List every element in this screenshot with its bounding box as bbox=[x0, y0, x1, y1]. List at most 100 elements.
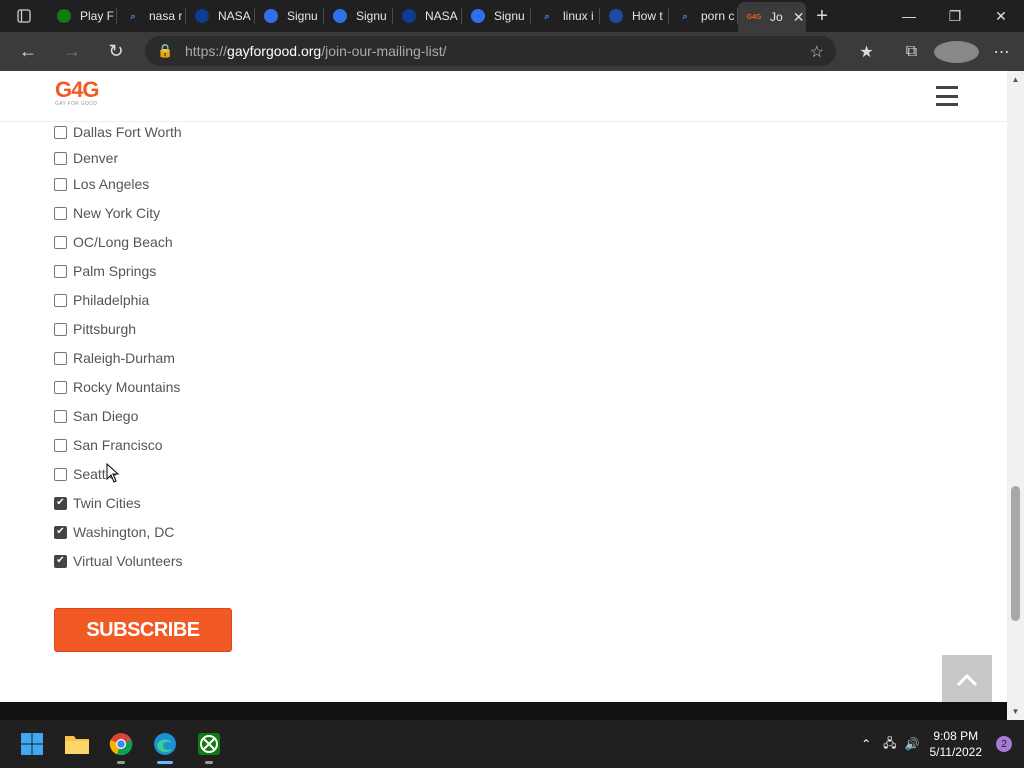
tab-1[interactable]: ⌕ nasa r bbox=[117, 0, 186, 32]
add-favorite-icon[interactable]: ☆ bbox=[810, 42, 824, 62]
scroll-down-icon[interactable]: ▼ bbox=[1007, 703, 1024, 720]
clock[interactable]: 9:08 PM 5/11/2022 bbox=[930, 728, 983, 760]
chapter-option[interactable]: San Diego bbox=[54, 406, 138, 426]
chapter-option[interactable]: ✔ Virtual Volunteers bbox=[54, 551, 182, 571]
nasa-icon bbox=[401, 8, 417, 24]
forward-button[interactable]: → bbox=[50, 32, 94, 71]
chrome-icon bbox=[109, 733, 133, 756]
chapter-option[interactable]: New York City bbox=[54, 203, 160, 223]
checkbox[interactable] bbox=[54, 438, 67, 452]
notification-badge[interactable]: 2 bbox=[996, 736, 1012, 752]
forward-arrow-icon: → bbox=[63, 41, 81, 61]
xbox-icon-shape bbox=[57, 9, 71, 23]
tab-3[interactable]: Signu bbox=[255, 0, 324, 32]
nasa-icon-shape bbox=[195, 9, 209, 23]
edge-button[interactable] bbox=[149, 728, 181, 764]
tab-0[interactable]: Play F bbox=[48, 0, 117, 32]
chapter-option[interactable]: ✔ Twin Cities bbox=[54, 493, 141, 513]
tab-6[interactable]: Signu bbox=[462, 0, 531, 32]
tab-8[interactable]: How t bbox=[600, 0, 669, 32]
taskbar: ⌃ 🖧 🔊 9:08 PM 5/11/2022 2 bbox=[0, 720, 1024, 768]
tab-9[interactable]: ⌕ porn c bbox=[669, 0, 738, 32]
close-tab-icon[interactable]: ✕ bbox=[793, 9, 805, 26]
new-tab-button[interactable]: + bbox=[806, 0, 838, 32]
address-bar[interactable]: 🔒 https://gayforgood.org/join-our-mailin… bbox=[145, 36, 836, 66]
back-arrow-icon: ← bbox=[19, 41, 37, 61]
chapter-option[interactable]: Palm Springs bbox=[54, 261, 156, 281]
xbox-app-button[interactable] bbox=[193, 728, 225, 764]
chapter-option[interactable]: ✔ Washington, DC bbox=[54, 522, 174, 542]
tab-actions-icon bbox=[17, 9, 31, 23]
chapter-option[interactable]: Denver bbox=[54, 148, 118, 168]
menu-button[interactable] bbox=[936, 86, 958, 106]
checkbox[interactable] bbox=[54, 264, 67, 278]
option-label: Twin Cities bbox=[73, 495, 141, 511]
checkbox[interactable] bbox=[54, 235, 67, 249]
volume-icon[interactable]: 🔊 bbox=[905, 737, 920, 751]
chapter-option[interactable]: Los Angeles bbox=[54, 174, 149, 194]
show-hidden-icons-icon[interactable]: ⌃ bbox=[861, 737, 871, 751]
refresh-button[interactable]: ↻ bbox=[94, 32, 138, 71]
page-scrollbar[interactable]: ▲ ▼ bbox=[1007, 71, 1024, 720]
g4g-icon: G4G bbox=[746, 13, 762, 21]
tab-4[interactable]: Signu bbox=[324, 0, 393, 32]
minimize-button[interactable]: — bbox=[886, 0, 932, 32]
checkbox[interactable] bbox=[54, 125, 67, 139]
tab-5[interactable]: NASA bbox=[393, 0, 462, 32]
tab-title: nasa r bbox=[149, 9, 183, 23]
checkbox[interactable] bbox=[54, 206, 67, 220]
settings-menu-button[interactable]: ⋯ bbox=[979, 32, 1024, 71]
chapter-option[interactable]: Raleigh-Durham bbox=[54, 348, 175, 368]
checkbox[interactable] bbox=[54, 293, 67, 307]
mailing-list-form: Dallas Fort Worth Denver Los Angeles New Yo… bbox=[0, 122, 1007, 705]
checkbox[interactable] bbox=[54, 409, 67, 423]
favorites-button[interactable]: ★ bbox=[844, 32, 889, 71]
profile-button[interactable] bbox=[934, 32, 979, 71]
tab-2[interactable]: NASA bbox=[186, 0, 255, 32]
hamburger-icon bbox=[936, 86, 958, 89]
collections-icon: ⧉ bbox=[905, 42, 918, 60]
back-to-top-button[interactable] bbox=[942, 655, 992, 705]
chrome-button[interactable] bbox=[105, 728, 137, 764]
tab-title: Signu bbox=[287, 9, 318, 23]
site-logo[interactable]: G4G GAY FOR GOOD bbox=[55, 79, 103, 113]
scroll-thumb[interactable] bbox=[1011, 486, 1020, 621]
checkbox[interactable] bbox=[54, 380, 67, 394]
checked-checkbox[interactable]: ✔ bbox=[54, 496, 67, 510]
network-icon[interactable]: 🖧 bbox=[883, 734, 896, 755]
url-path: /join-our-mailing-list/ bbox=[321, 43, 447, 59]
chapter-option[interactable]: Rocky Mountains bbox=[54, 377, 180, 397]
tab-title: Signu bbox=[494, 9, 525, 23]
site-footer bbox=[0, 702, 1007, 720]
chapter-option[interactable]: Philadelphia bbox=[54, 290, 149, 310]
xbox-icon bbox=[198, 733, 220, 755]
search-icon: ⌕ bbox=[682, 10, 688, 21]
checked-checkbox[interactable]: ✔ bbox=[54, 525, 67, 539]
logo-text: G4G bbox=[55, 77, 99, 102]
checkbox[interactable] bbox=[54, 177, 67, 191]
scroll-up-icon[interactable]: ▲ bbox=[1007, 71, 1024, 88]
subscribe-button[interactable]: SUBSCRIBE bbox=[54, 608, 232, 652]
chapter-option[interactable]: Pittsburgh bbox=[54, 319, 136, 339]
checked-checkbox[interactable]: ✔ bbox=[54, 554, 67, 568]
chapter-option[interactable]: Dallas Fort Worth bbox=[54, 122, 182, 142]
start-button[interactable] bbox=[16, 728, 48, 760]
url-scheme: https:// bbox=[185, 43, 228, 59]
file-explorer-button[interactable] bbox=[61, 728, 93, 760]
collections-button[interactable]: ⧉ bbox=[889, 32, 934, 71]
checkbox[interactable] bbox=[54, 351, 67, 365]
back-button[interactable]: ← bbox=[6, 32, 50, 71]
option-label: Virtual Volunteers bbox=[73, 553, 183, 569]
checkbox[interactable] bbox=[54, 467, 67, 481]
chapter-option[interactable]: OC/Long Beach bbox=[54, 232, 173, 252]
restore-button[interactable]: ❐ bbox=[932, 0, 978, 32]
minimize-icon: — bbox=[902, 8, 916, 24]
tab-actions-button[interactable] bbox=[0, 0, 48, 32]
checkbox[interactable] bbox=[54, 151, 67, 165]
hamburger-line bbox=[936, 103, 958, 106]
checkbox[interactable] bbox=[54, 322, 67, 336]
tab-10[interactable]: G4G Jo ✕ bbox=[738, 2, 806, 32]
close-window-button[interactable]: ✕ bbox=[978, 0, 1024, 32]
tab-7[interactable]: ⌕ linux i bbox=[531, 0, 600, 32]
chapter-option[interactable]: San Francisco bbox=[54, 435, 162, 455]
